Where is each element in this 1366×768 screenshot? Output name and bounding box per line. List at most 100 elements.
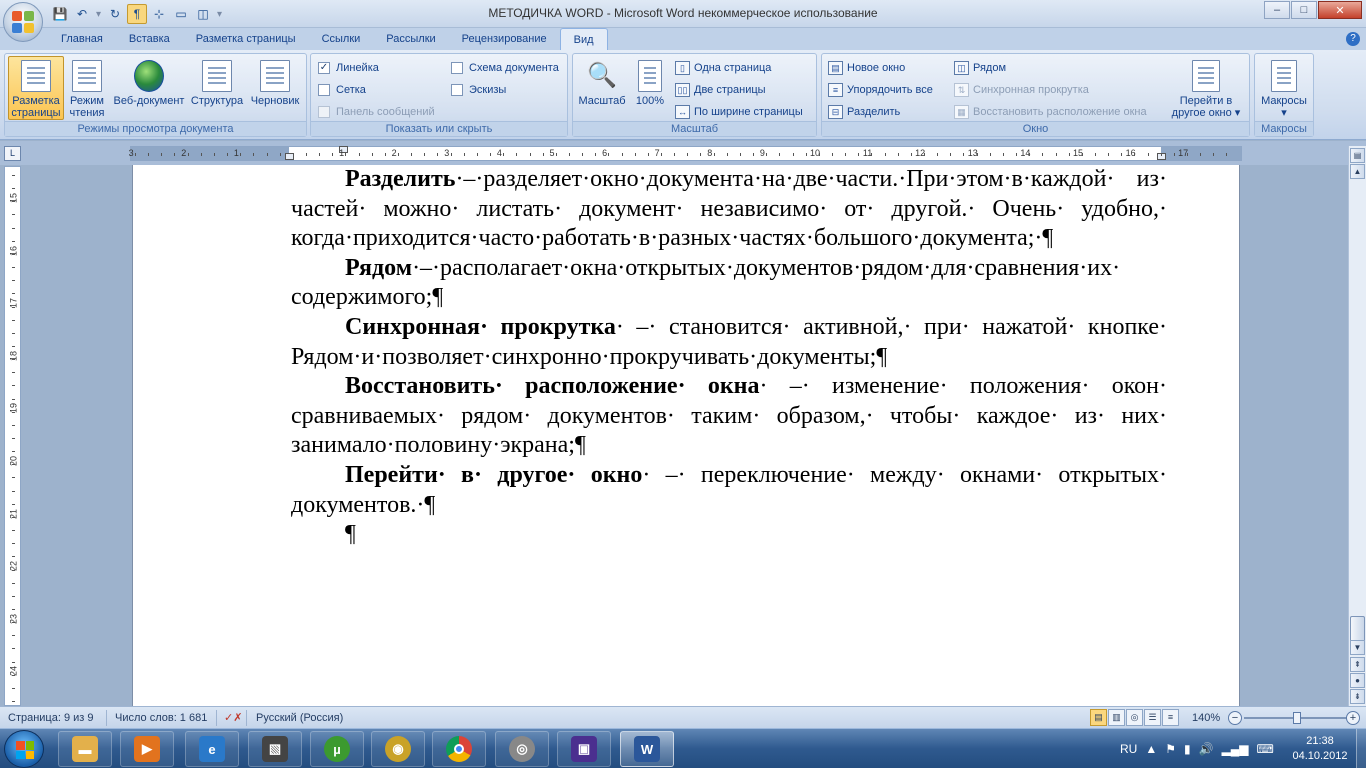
thumbnails-checkbox[interactable] [451,84,463,96]
tab-insert[interactable]: Вставка [116,28,183,50]
one-page-button[interactable]: ▯ Одна страница [675,58,771,78]
docmap-checkbox[interactable] [451,62,463,74]
taskbar-save-app[interactable]: ▣ [557,731,611,767]
split-button[interactable]: ⊟ Разделить [828,102,900,122]
network-icon[interactable]: ▂▄▆ [1222,742,1249,756]
tab-references[interactable]: Ссылки [309,28,374,50]
zoom-100-button[interactable]: 100% [631,56,669,120]
tray-expand-icon[interactable]: ▲ [1145,742,1157,756]
web-layout-button[interactable]: Веб-документ [110,56,188,120]
grid-checkbox[interactable] [318,84,330,96]
taskbar-scanner[interactable]: ▧ [248,731,302,767]
language-indicator[interactable]: RU [1120,742,1137,756]
ruler-checkbox-row[interactable]: ✓ Линейка [318,58,379,78]
paragraph[interactable]: Синхронная· прокрутка· –· становится· ак… [291,313,1167,372]
macros-button[interactable]: Макросы ▾ [1257,56,1311,120]
paragraph[interactable]: Перейти· в· другое· окно· –· переключени… [291,461,1167,520]
volume-icon[interactable]: 🔊 [1199,742,1214,756]
tab-mailings[interactable]: Рассылки [373,28,448,50]
taskbar-webcam[interactable]: ◎ [495,731,549,767]
document-body[interactable]: Разделить·–·разделяет·окно·документа·на·… [291,165,1167,550]
thumbnails-label: Эскизы [469,84,507,96]
vertical-ruler-tick-label: 23 [8,613,19,624]
paragraph[interactable]: Разделить·–·разделяет·окно·документа·на·… [291,165,1167,254]
tab-page-layout[interactable]: Разметка страницы [183,28,309,50]
scroll-up-button[interactable]: ▲ [1350,164,1365,179]
show-desktop-button[interactable] [1356,729,1366,768]
browse-object-button[interactable]: ● [1350,673,1365,688]
page-width-button[interactable]: ↔ По ширине страницы [675,102,803,122]
ruler-mark [398,153,399,156]
page[interactable]: Разделить·–·разделяет·окно·документа·на·… [132,165,1240,706]
prev-page-button[interactable]: ⇞ [1350,657,1365,672]
zoom-slider-knob[interactable] [1293,712,1301,724]
action-center-flag-icon[interactable]: ⚑ [1165,742,1176,756]
draft-view-icon[interactable]: ≡ [1162,709,1179,726]
spelling-check-icon[interactable]: ✓✗ [224,711,242,725]
battery-icon[interactable]: ▮ [1184,742,1191,756]
taskbar-media-player[interactable]: ▶ [120,731,174,767]
page-count-status[interactable]: Страница: 9 из 9 [8,711,94,725]
taskbar-disc-burner[interactable]: ◉ [371,731,425,767]
zoom-in-button[interactable]: + [1346,711,1360,725]
tab-home[interactable]: Главная [48,28,116,50]
ruler-mark [305,153,307,156]
page-width-icon: ↔ [675,105,690,119]
horizontal-ruler[interactable]: 3 2 1 1 2 3 4 5 6 7 8 9 10 11 12 13 14 15 16 17 [129,146,1242,161]
reading-view-icon[interactable]: ▥ [1108,709,1125,726]
thumbnails-checkbox-row[interactable]: Эскизы [451,80,506,100]
taskbar-utorrent[interactable]: µ [310,731,364,767]
help-icon[interactable]: ? [1346,32,1360,46]
paragraph[interactable]: Восстановить· расположение· окна· –· изм… [291,372,1167,461]
print-layout-view-icon[interactable]: ▤ [1090,709,1107,726]
language-status[interactable]: Русский (Россия) [256,711,343,725]
word-count-status[interactable]: Число слов: 1 681 [115,711,207,725]
vertical-ruler-mark [12,503,15,505]
vertical-ruler-mark [12,372,15,374]
side-by-side-button[interactable]: ◫ Рядом [954,58,1006,78]
next-page-button[interactable]: ⇟ [1350,689,1365,704]
arrange-all-button[interactable]: ≡ Упорядочить все [828,80,933,100]
document-area[interactable]: Разделить·–·разделяет·окно·документа·на·… [22,165,1346,706]
ruler-toggle-icon[interactable]: ▤ [1350,148,1365,163]
office-logo-icon [12,11,34,33]
taskbar-internet-explorer[interactable]: e [185,731,239,767]
reset-position-icon: ▦ [954,105,969,119]
tab-review[interactable]: Рецензирование [449,28,560,50]
minimize-button[interactable]: – [1264,1,1290,19]
reading-mode-button[interactable]: Режим чтения [65,56,109,120]
vertical-scrollbar[interactable]: ▤ ▲ ▼ ⇞ ● ⇟ [1348,146,1366,706]
paragraph[interactable]: Рядом·–·располагает·окна·открытых·докуме… [291,254,1167,313]
clock[interactable]: 21:38 04.10.2012 [1290,734,1350,764]
maximize-button[interactable]: □ [1291,1,1317,19]
taskbar-explorer[interactable]: ▬ [58,731,112,767]
taskbar-word[interactable]: W [620,731,674,767]
taskbar-chrome[interactable] [432,731,486,767]
paragraph[interactable]: ¶ [291,520,1167,550]
ruler-checkbox[interactable]: ✓ [318,62,330,74]
web-view-icon[interactable]: ◎ [1126,709,1143,726]
draft-button[interactable]: Черновик [246,56,304,120]
switch-windows-button[interactable]: Перейти в другое окно ▾ [1166,56,1246,120]
zoom-out-button[interactable]: − [1228,711,1242,725]
keyboard-icon[interactable]: ⌨ [1257,742,1274,756]
docmap-checkbox-row[interactable]: Схема документа [451,58,559,78]
vertical-ruler[interactable]: 15 16 17 18 19 20 21 22 23 24 [4,166,21,706]
scroll-down-button[interactable]: ▼ [1350,640,1365,655]
vertical-ruler-mark [12,438,15,439]
tab-selector-button[interactable]: L [4,146,21,161]
zoom-level[interactable]: 140% [1192,711,1220,725]
new-window-button[interactable]: ▤ Новое окно [828,58,905,78]
two-pages-button[interactable]: ▯▯ Две страницы [675,80,766,100]
close-button[interactable]: ✕ [1318,1,1362,19]
ruler-mark [739,153,741,156]
zoom-button[interactable]: 🔍 Масштаб [576,56,628,120]
arrange-all-icon: ≡ [828,83,843,97]
start-button[interactable] [4,730,44,768]
office-button[interactable] [3,2,43,42]
outline-button[interactable]: Структура [189,56,245,120]
tab-view[interactable]: Вид [559,28,608,50]
grid-checkbox-row[interactable]: Сетка [318,80,366,100]
outline-view-icon[interactable]: ☰ [1144,709,1161,726]
print-layout-button[interactable]: Разметка страницы [8,56,64,120]
